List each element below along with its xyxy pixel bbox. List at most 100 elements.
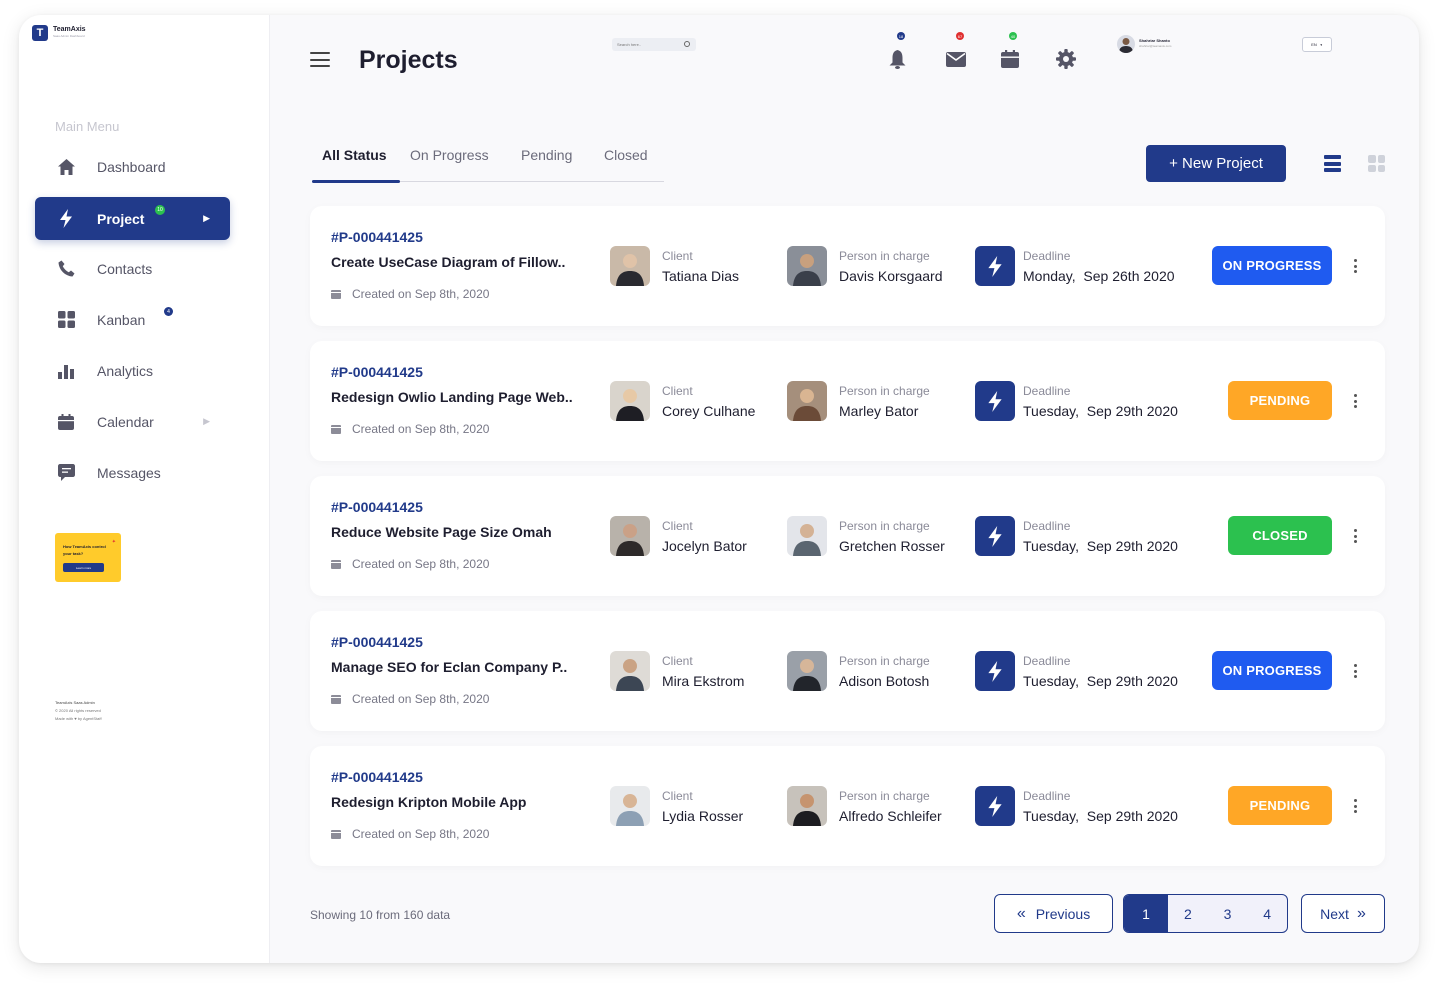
gear-icon[interactable] — [1055, 48, 1077, 70]
menu-toggle-icon[interactable] — [310, 52, 330, 67]
next-button[interactable]: Next » — [1301, 894, 1385, 933]
list-view-icon[interactable] — [1324, 155, 1341, 172]
project-id[interactable]: #P-000441425 — [331, 364, 423, 380]
sidebar-item-contacts[interactable]: Contacts — [35, 247, 230, 290]
project-id[interactable]: #P-000441425 — [331, 499, 423, 515]
mail-icon[interactable] — [945, 48, 967, 70]
person-avatar — [787, 516, 827, 556]
sidebar-item-project[interactable]: Project 10 ▶ — [35, 197, 230, 240]
calendar-icon — [57, 413, 75, 431]
client-name: Jocelyn Bator — [662, 538, 747, 554]
tab-on-progress[interactable]: On Progress — [410, 147, 489, 163]
logo[interactable]: T TeamAxis Saas Admin Dashboard — [32, 25, 86, 41]
status-badge[interactable]: ON PROGRESS — [1212, 246, 1332, 285]
deadline-label: Deadline — [1023, 654, 1071, 668]
page-numbers: 1 2 3 4 — [1123, 894, 1288, 933]
project-card[interactable]: #P-000441425 Redesign Kripton Mobile App C… — [310, 746, 1385, 866]
lightning-icon — [975, 786, 1015, 826]
client-avatar — [610, 516, 650, 556]
person-label: Person in charge — [839, 384, 930, 398]
more-options-icon[interactable] — [1353, 259, 1357, 273]
calendar-icon — [331, 694, 341, 704]
user-profile[interactable]: Shahriar Shanto shahriar@teamaxis.com — [1117, 35, 1171, 53]
tab-all-status[interactable]: All Status — [322, 147, 387, 163]
active-tab-indicator — [312, 180, 400, 183]
sidebar-item-label: Project — [97, 210, 145, 227]
client-name: Tatiana Dias — [662, 268, 740, 284]
status-badge[interactable]: PENDING — [1228, 786, 1332, 825]
created-date: Created on Sep 8th, 2020 — [352, 422, 490, 436]
sidebar-item-messages[interactable]: Messages — [35, 451, 230, 494]
tab-pending[interactable]: Pending — [521, 147, 572, 163]
phone-icon — [57, 260, 75, 278]
chevron-right-icon: ▶ — [203, 213, 210, 223]
bell-icon[interactable] — [886, 48, 908, 70]
person-avatar — [787, 651, 827, 691]
new-project-button[interactable]: + New Project — [1146, 145, 1286, 182]
sidebar-item-kanban[interactable]: Kanban 4 — [35, 298, 230, 341]
project-card[interactable]: #P-000441425 Create UseCase Diagram of Fi… — [310, 206, 1385, 326]
project-card[interactable]: #P-000441425 Manage SEO for Eclan Company… — [310, 611, 1385, 731]
chevron-down-icon: ▼ — [1319, 42, 1323, 47]
footer-name: TeamAxis Saas Admin — [55, 700, 95, 705]
created-date: Created on Sep 8th, 2020 — [352, 692, 490, 706]
created-date: Created on Sep 8th, 2020 — [352, 557, 490, 571]
sidebar-item-dashboard[interactable]: Dashboard — [35, 145, 230, 188]
more-options-icon[interactable] — [1353, 664, 1357, 678]
lightning-icon — [975, 516, 1015, 556]
project-title[interactable]: Redesign Owlio Landing Page Web.. — [331, 389, 573, 405]
search-input[interactable] — [617, 42, 683, 47]
status-badge[interactable]: PENDING — [1228, 381, 1332, 420]
grid-view-icon[interactable] — [1368, 155, 1385, 172]
learn-more-button[interactable]: Learn more — [63, 563, 104, 572]
tab-closed[interactable]: Closed — [604, 147, 648, 163]
client-name: Corey Culhane — [662, 403, 756, 419]
logo-mark: T — [32, 25, 48, 41]
chat-icon — [57, 464, 75, 482]
project-id[interactable]: #P-000441425 — [331, 229, 423, 245]
deadline-label: Deadline — [1023, 789, 1071, 803]
sidebar-item-calendar[interactable]: Calendar ▶ — [35, 400, 230, 443]
created-date: Created on Sep 8th, 2020 — [352, 827, 490, 841]
project-title[interactable]: Create UseCase Diagram of Fillow.. — [331, 254, 565, 270]
project-id[interactable]: #P-000441425 — [331, 634, 423, 650]
avatar — [1117, 35, 1135, 53]
status-badge[interactable]: CLOSED — [1228, 516, 1332, 555]
page-1-button[interactable]: 1 — [1124, 895, 1168, 932]
app-window: T TeamAxis Saas Admin Dashboard Main Men… — [19, 15, 1419, 963]
search-icon[interactable] — [684, 41, 690, 47]
project-title[interactable]: Manage SEO for Eclan Company P.. — [331, 659, 567, 675]
project-title[interactable]: Redesign Kripton Mobile App — [331, 794, 526, 810]
calendar-icon[interactable] — [999, 48, 1021, 70]
project-count-badge: 10 — [155, 205, 165, 215]
more-options-icon[interactable] — [1353, 799, 1357, 813]
page-3-button[interactable]: 3 — [1208, 895, 1248, 932]
project-title[interactable]: Reduce Website Page Size Omah — [331, 524, 552, 540]
client-name: Mira Ekstrom — [662, 673, 745, 689]
person-name: Gretchen Rosser — [839, 538, 945, 554]
next-label: Next — [1320, 905, 1349, 922]
more-options-icon[interactable] — [1353, 529, 1357, 543]
deadline-date: Monday, Sep 26th 2020 — [1023, 268, 1175, 284]
page-4-button[interactable]: 4 — [1247, 895, 1287, 932]
language-select[interactable]: EN ▼ — [1302, 37, 1332, 52]
previous-button[interactable]: « Previous — [994, 894, 1113, 933]
status-badge[interactable]: ON PROGRESS — [1212, 651, 1332, 690]
project-card[interactable]: #P-000441425 Redesign Owlio Landing Page … — [310, 341, 1385, 461]
project-id[interactable]: #P-000441425 — [331, 769, 423, 785]
client-avatar — [610, 246, 650, 286]
sidebar-item-analytics[interactable]: Analytics — [35, 349, 230, 392]
chevron-right-icon: ▶ — [203, 416, 210, 426]
calendar-icon — [331, 829, 341, 839]
lightning-icon — [57, 209, 75, 228]
mail-badge: 67 — [956, 32, 964, 40]
client-avatar — [610, 381, 650, 421]
promo-card: How TeamAxis control your task? ✦ Learn … — [55, 533, 121, 582]
bar-chart-icon — [57, 362, 75, 380]
page-2-button[interactable]: 2 — [1168, 895, 1208, 932]
more-options-icon[interactable] — [1353, 394, 1357, 408]
search-bar[interactable] — [612, 38, 696, 51]
person-label: Person in charge — [839, 789, 930, 803]
previous-label: Previous — [1035, 905, 1091, 922]
project-card[interactable]: #P-000441425 Reduce Website Page Size Oma… — [310, 476, 1385, 596]
